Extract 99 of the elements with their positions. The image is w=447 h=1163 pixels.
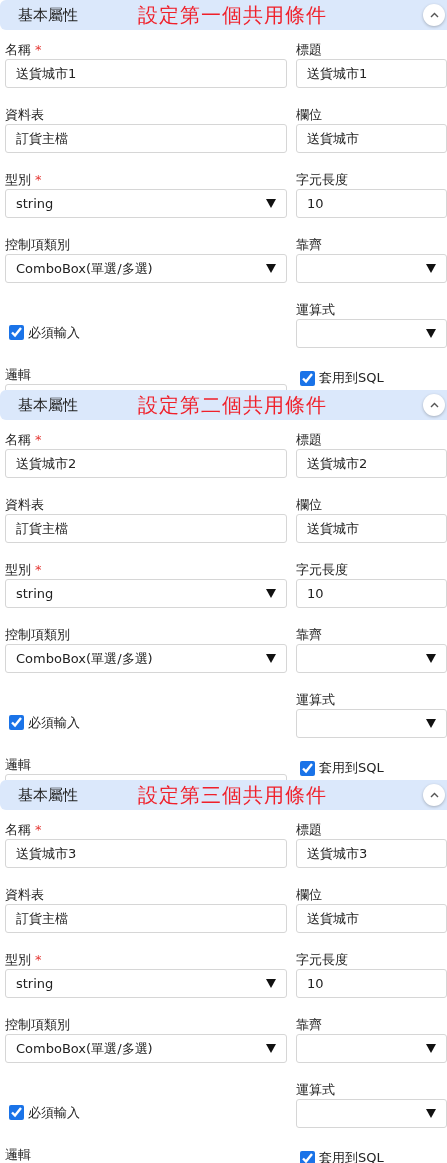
field-label: 名稱: [5, 431, 31, 449]
input-field[interactable]: 送貨城市1: [5, 59, 287, 88]
dropdown[interactable]: [296, 644, 447, 673]
dropdown-arrow-icon: [426, 264, 436, 273]
checkbox[interactable]: [9, 325, 24, 340]
dropdown[interactable]: [296, 319, 447, 348]
section-title: 基本屬性: [18, 5, 79, 25]
dropdown-arrow-icon: [426, 1044, 436, 1053]
section-title: 基本屬性: [18, 395, 79, 415]
field-label: 型別: [5, 951, 31, 969]
checkbox[interactable]: [9, 715, 24, 730]
field-label: 型別: [5, 171, 31, 189]
field-label: 字元長度: [296, 951, 348, 969]
field-label: 邏輯: [5, 756, 31, 774]
annotation-text: 設定第一個共用條件: [138, 1, 327, 29]
field-label: 靠齊: [296, 626, 322, 644]
dropdown-arrow-icon: [266, 979, 276, 988]
field-label: 控制項類別: [5, 1016, 70, 1034]
dropdown[interactable]: [296, 1034, 447, 1063]
field-label: 字元長度: [296, 171, 348, 189]
chevron-up-icon: [429, 792, 439, 798]
checkbox[interactable]: [300, 370, 315, 386]
checkbox-label[interactable]: 必須輸入: [9, 323, 80, 342]
input-field[interactable]: 送貨城市: [296, 904, 447, 933]
dropdown-arrow-icon: [266, 199, 276, 208]
section-title: 基本屬性: [18, 785, 79, 805]
input-field[interactable]: 送貨城市2: [296, 449, 447, 478]
field-label: 控制項類別: [5, 236, 70, 254]
required-mark: *: [35, 561, 42, 579]
dropdown-arrow-icon: [426, 329, 436, 338]
dropdown[interactable]: [296, 254, 447, 283]
field-label: 標題: [296, 41, 322, 59]
collapse-button[interactable]: [423, 394, 445, 416]
required-mark: *: [35, 41, 42, 59]
chevron-up-icon: [429, 402, 439, 408]
dropdown-arrow-icon: [266, 264, 276, 273]
dropdown[interactable]: ComboBox(單選/多選): [5, 644, 287, 673]
dropdown-arrow-icon: [266, 589, 276, 598]
dropdown-arrow-icon: [266, 654, 276, 663]
checkbox[interactable]: [9, 1105, 24, 1120]
checkbox-label[interactable]: 套用到SQL: [300, 369, 384, 387]
input-field[interactable]: 訂貨主檔: [5, 514, 287, 543]
checkbox[interactable]: [300, 760, 315, 776]
input-field[interactable]: 訂貨主檔: [5, 124, 287, 153]
dropdown[interactable]: ComboBox(單選/多選): [5, 254, 287, 283]
field-label: 靠齊: [296, 236, 322, 254]
dropdown[interactable]: string: [5, 969, 287, 998]
checkbox-label[interactable]: 套用到SQL: [300, 1149, 384, 1163]
dropdown-arrow-icon: [426, 719, 436, 728]
field-label: 邏輯: [5, 1146, 31, 1163]
field-label: 運算式: [296, 1081, 335, 1099]
field-label: 欄位: [296, 106, 322, 124]
input-field[interactable]: 送貨城市: [296, 124, 447, 153]
dropdown[interactable]: string: [5, 189, 287, 218]
field-label: 名稱: [5, 821, 31, 839]
collapse-button[interactable]: [423, 784, 445, 806]
input-field[interactable]: 10: [296, 189, 447, 218]
dropdown[interactable]: [296, 1099, 447, 1128]
field-label: 運算式: [296, 691, 335, 709]
input-field[interactable]: 送貨城市2: [5, 449, 287, 478]
checkbox-label[interactable]: 必須輸入: [9, 1103, 80, 1122]
field-label: 標題: [296, 821, 322, 839]
input-field[interactable]: 10: [296, 969, 447, 998]
input-field[interactable]: 送貨城市3: [5, 839, 287, 868]
required-mark: *: [35, 951, 42, 969]
input-field[interactable]: 10: [296, 579, 447, 608]
dropdown[interactable]: [296, 709, 447, 738]
field-label: 控制項類別: [5, 626, 70, 644]
field-label: 資料表: [5, 886, 44, 904]
field-label: 靠齊: [296, 1016, 322, 1034]
input-field[interactable]: 訂貨主檔: [5, 904, 287, 933]
dropdown-arrow-icon: [266, 1044, 276, 1053]
required-mark: *: [35, 821, 42, 839]
collapse-button[interactable]: [423, 4, 445, 26]
field-label: 字元長度: [296, 561, 348, 579]
input-field[interactable]: 送貨城市3: [296, 839, 447, 868]
dropdown[interactable]: string: [5, 579, 287, 608]
field-label: 邏輯: [5, 366, 31, 384]
checkbox-label[interactable]: 套用到SQL: [300, 759, 384, 777]
field-label: 型別: [5, 561, 31, 579]
field-label: 欄位: [296, 496, 322, 514]
dropdown-arrow-icon: [426, 1109, 436, 1118]
annotation-text: 設定第三個共用條件: [138, 781, 327, 809]
field-label: 名稱: [5, 41, 31, 59]
chevron-up-icon: [429, 12, 439, 18]
annotation-text: 設定第二個共用條件: [138, 391, 327, 419]
field-label: 運算式: [296, 301, 335, 319]
field-label: 資料表: [5, 496, 44, 514]
field-label: 資料表: [5, 106, 44, 124]
checkbox[interactable]: [300, 1150, 315, 1163]
field-label: 欄位: [296, 886, 322, 904]
required-mark: *: [35, 171, 42, 189]
input-field[interactable]: 送貨城市: [296, 514, 447, 543]
input-field[interactable]: 送貨城市1: [296, 59, 447, 88]
dropdown[interactable]: ComboBox(單選/多選): [5, 1034, 287, 1063]
checkbox-label[interactable]: 必須輸入: [9, 713, 80, 732]
field-label: 標題: [296, 431, 322, 449]
required-mark: *: [35, 431, 42, 449]
dropdown-arrow-icon: [426, 654, 436, 663]
